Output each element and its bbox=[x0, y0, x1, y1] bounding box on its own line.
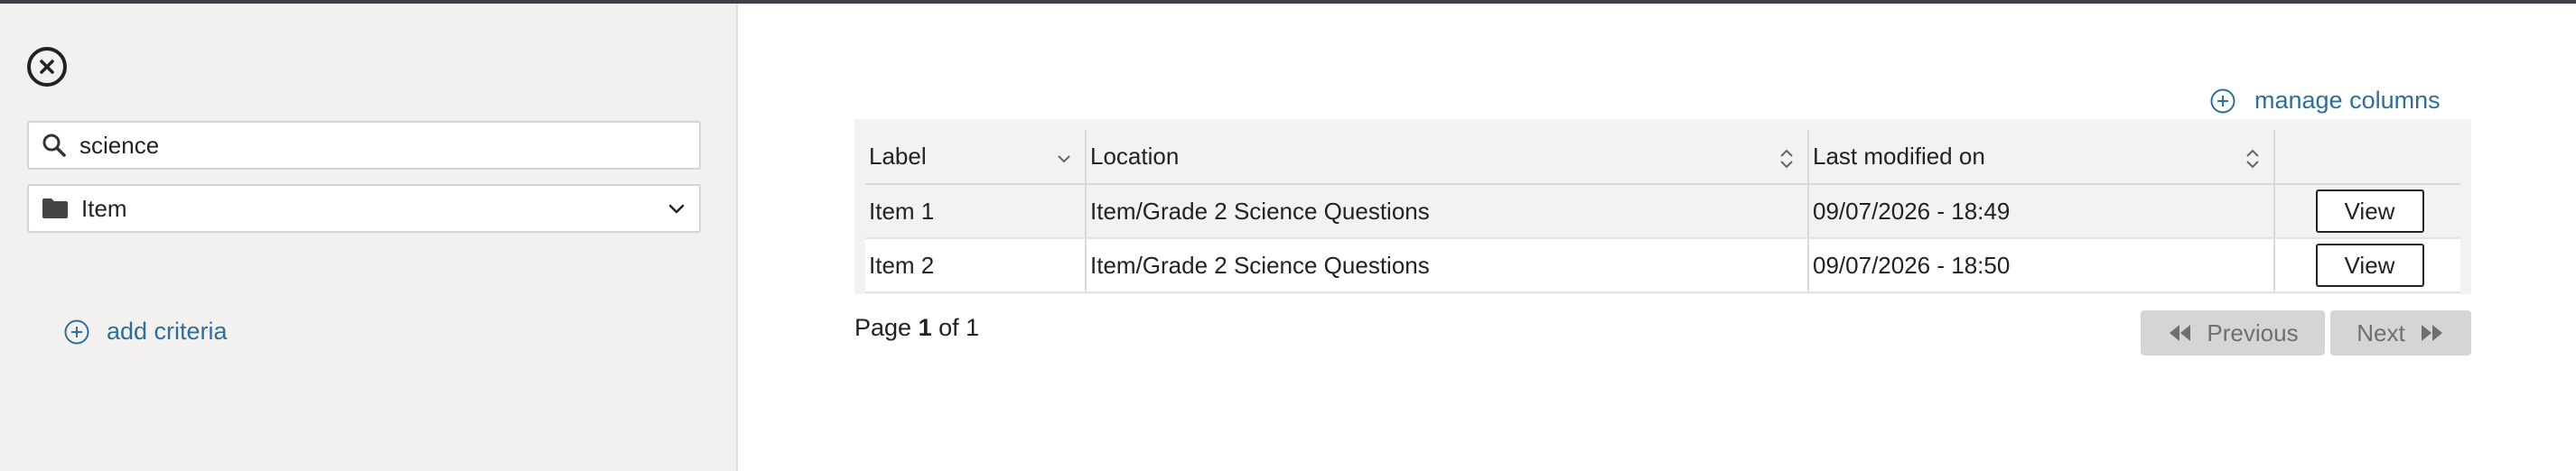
next-page-label: Next bbox=[2357, 319, 2405, 346]
type-select-value: Item bbox=[81, 194, 127, 222]
cell-location: Item/Grade 2 Science Questions bbox=[1086, 184, 1809, 239]
plus-circle-icon bbox=[64, 319, 89, 344]
previous-page-label: Previous bbox=[2207, 319, 2299, 346]
close-button[interactable] bbox=[27, 47, 67, 87]
close-icon bbox=[40, 60, 54, 74]
column-header-location-text: Location bbox=[1090, 143, 1180, 170]
double-chevron-left-icon bbox=[2170, 325, 2191, 341]
view-button[interactable]: View bbox=[2315, 189, 2424, 233]
manage-columns-button[interactable]: manage columns bbox=[2209, 87, 2441, 115]
table-header-row: Label Location Last modified on bbox=[865, 130, 2460, 185]
sort-icon[interactable] bbox=[1778, 148, 1795, 170]
cell-last-modified: 09/07/2026 - 18:50 bbox=[1808, 238, 2275, 293]
cell-label: Item 1 bbox=[865, 184, 1087, 239]
column-header-last-modified-text: Last modified on bbox=[1813, 143, 1985, 170]
next-page-button[interactable]: Next bbox=[2330, 310, 2471, 356]
page-prefix: Page bbox=[854, 314, 912, 341]
page-total: 1 bbox=[966, 314, 980, 341]
folder-icon bbox=[42, 197, 69, 220]
add-criteria-label: add criteria bbox=[107, 318, 228, 345]
sort-icon[interactable] bbox=[2245, 148, 2261, 170]
plus-circle-icon bbox=[2210, 88, 2235, 113]
results-table: Label Location Last modified on Item 1 I… bbox=[865, 130, 2460, 293]
search-field[interactable] bbox=[27, 121, 701, 170]
cell-location: Item/Grade 2 Science Questions bbox=[1086, 238, 1809, 293]
chevron-down-icon bbox=[668, 204, 685, 214]
page-of: of bbox=[938, 314, 959, 341]
column-header-actions bbox=[2274, 130, 2460, 185]
manage-columns-label: manage columns bbox=[2254, 87, 2441, 114]
search-sidebar: Item add criteria bbox=[0, 4, 738, 471]
page-indicator: Page 1 of 1 bbox=[854, 314, 979, 342]
page-current: 1 bbox=[918, 314, 932, 341]
search-input[interactable] bbox=[79, 131, 694, 160]
chevron-down-icon[interactable] bbox=[1056, 148, 1072, 170]
column-header-label[interactable]: Label bbox=[865, 130, 1087, 185]
add-criteria-button[interactable]: add criteria bbox=[63, 318, 228, 346]
previous-page-button[interactable]: Previous bbox=[2141, 310, 2325, 356]
type-select[interactable]: Item bbox=[27, 184, 701, 233]
cell-label: Item 2 bbox=[865, 238, 1087, 293]
table-row[interactable]: Item 1 Item/Grade 2 Science Questions 09… bbox=[865, 184, 2460, 239]
view-button[interactable]: View bbox=[2315, 244, 2424, 287]
column-header-location[interactable]: Location bbox=[1086, 130, 1809, 185]
cell-actions: View bbox=[2274, 238, 2460, 293]
search-icon bbox=[42, 132, 69, 159]
cell-last-modified: 09/07/2026 - 18:49 bbox=[1808, 184, 2275, 239]
table-row[interactable]: Item 2 Item/Grade 2 Science Questions 09… bbox=[865, 238, 2460, 293]
results-table-container: Label Location Last modified on Item 1 I… bbox=[854, 119, 2471, 294]
column-header-label-text: Label bbox=[869, 143, 927, 170]
cell-actions: View bbox=[2274, 184, 2460, 239]
column-header-last-modified[interactable]: Last modified on bbox=[1808, 130, 2275, 185]
double-chevron-right-icon bbox=[2421, 325, 2442, 341]
